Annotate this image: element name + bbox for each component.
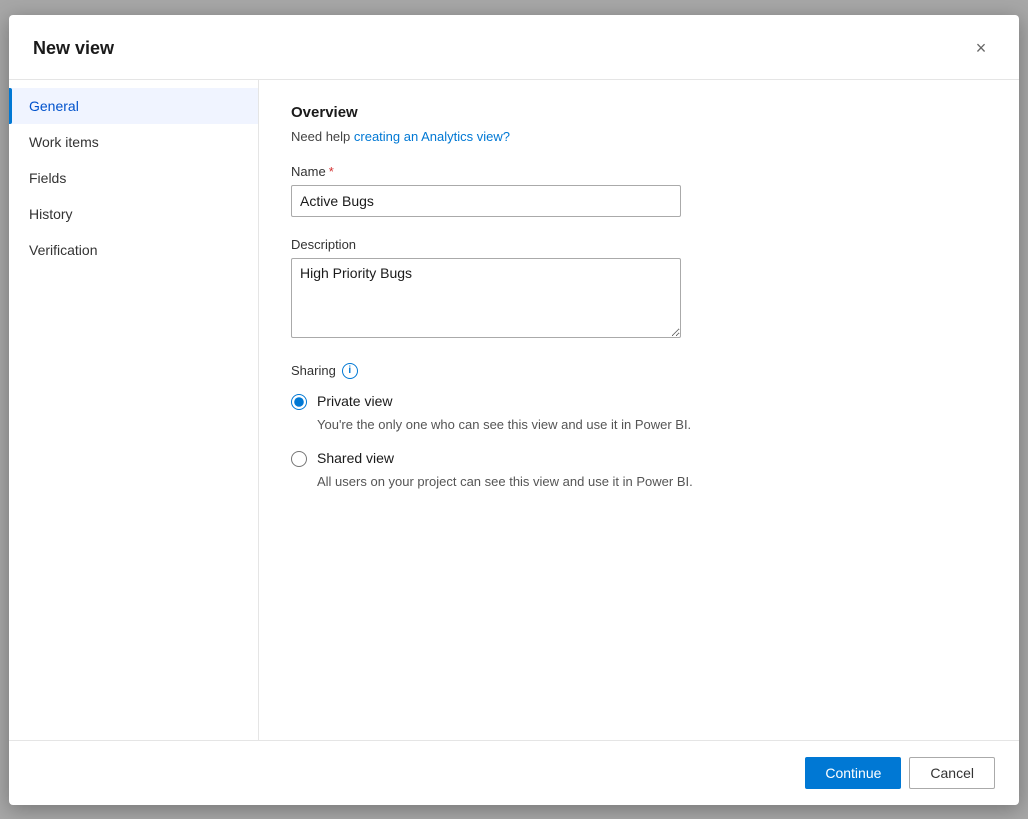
overview-section: Overview Need help creating an Analytics… xyxy=(291,104,987,144)
shared-view-description: All users on your project can see this v… xyxy=(317,473,987,491)
dialog-overlay: New view × General Work items Fields His… xyxy=(0,0,1028,819)
sharing-label: Sharing xyxy=(291,363,336,378)
sidebar-item-work-items-label: Work items xyxy=(29,134,99,150)
description-label: Description xyxy=(291,237,987,252)
sidebar-item-fields[interactable]: Fields xyxy=(9,160,258,196)
shared-view-option: Shared view xyxy=(291,450,987,467)
help-text: Need help creating an Analytics view? xyxy=(291,129,987,144)
sidebar-item-history-label: History xyxy=(29,206,73,222)
sidebar-item-history[interactable]: History xyxy=(9,196,258,232)
help-text-prefix: Need help xyxy=(291,129,354,144)
continue-button[interactable]: Continue xyxy=(805,757,901,789)
private-view-option: Private view xyxy=(291,393,987,410)
description-field-group: Description High Priority Bugs xyxy=(291,237,987,343)
info-icon[interactable]: i xyxy=(342,363,358,379)
help-link[interactable]: creating an Analytics view? xyxy=(354,129,510,144)
new-view-dialog: New view × General Work items Fields His… xyxy=(9,15,1019,805)
dialog-body: General Work items Fields History Verifi… xyxy=(9,80,1019,740)
private-view-radio[interactable] xyxy=(291,394,307,410)
sidebar-item-general[interactable]: General xyxy=(9,88,258,124)
content-area: Overview Need help creating an Analytics… xyxy=(259,80,1019,740)
required-star: * xyxy=(329,164,334,179)
sidebar-item-general-label: General xyxy=(29,98,79,114)
dialog-footer: Continue Cancel xyxy=(9,740,1019,805)
description-textarea[interactable]: High Priority Bugs xyxy=(291,258,681,338)
sidebar-item-verification-label: Verification xyxy=(29,242,97,258)
private-view-label[interactable]: Private view xyxy=(317,393,392,409)
dialog-header: New view × xyxy=(9,15,1019,80)
name-label: Name* xyxy=(291,164,987,179)
section-title: Overview xyxy=(291,104,987,121)
sidebar-item-verification[interactable]: Verification xyxy=(9,232,258,268)
sidebar: General Work items Fields History Verifi… xyxy=(9,80,259,740)
shared-view-radio[interactable] xyxy=(291,451,307,467)
name-input[interactable] xyxy=(291,185,681,217)
sharing-header: Sharing i xyxy=(291,363,987,379)
private-view-description: You're the only one who can see this vie… xyxy=(317,416,987,434)
shared-view-label[interactable]: Shared view xyxy=(317,450,394,466)
dialog-title: New view xyxy=(33,38,114,59)
cancel-button[interactable]: Cancel xyxy=(909,757,995,789)
sidebar-item-fields-label: Fields xyxy=(29,170,66,186)
sidebar-item-work-items[interactable]: Work items xyxy=(9,124,258,160)
sharing-section: Sharing i Private view You're the only o… xyxy=(291,363,987,491)
close-button[interactable]: × xyxy=(967,35,995,63)
name-field-group: Name* xyxy=(291,164,987,217)
